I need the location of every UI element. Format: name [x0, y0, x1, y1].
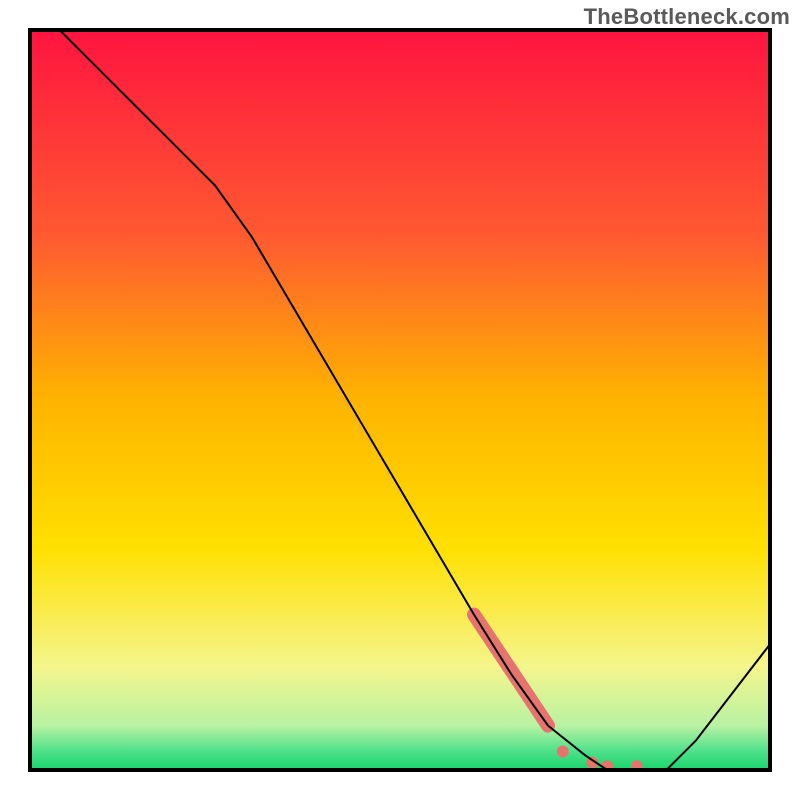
- watermark-text: TheBottleneck.com: [584, 4, 790, 30]
- plot-background: [30, 30, 770, 770]
- bottleneck-chart: TheBottleneck.com: [0, 0, 800, 800]
- chart-svg: [0, 0, 800, 800]
